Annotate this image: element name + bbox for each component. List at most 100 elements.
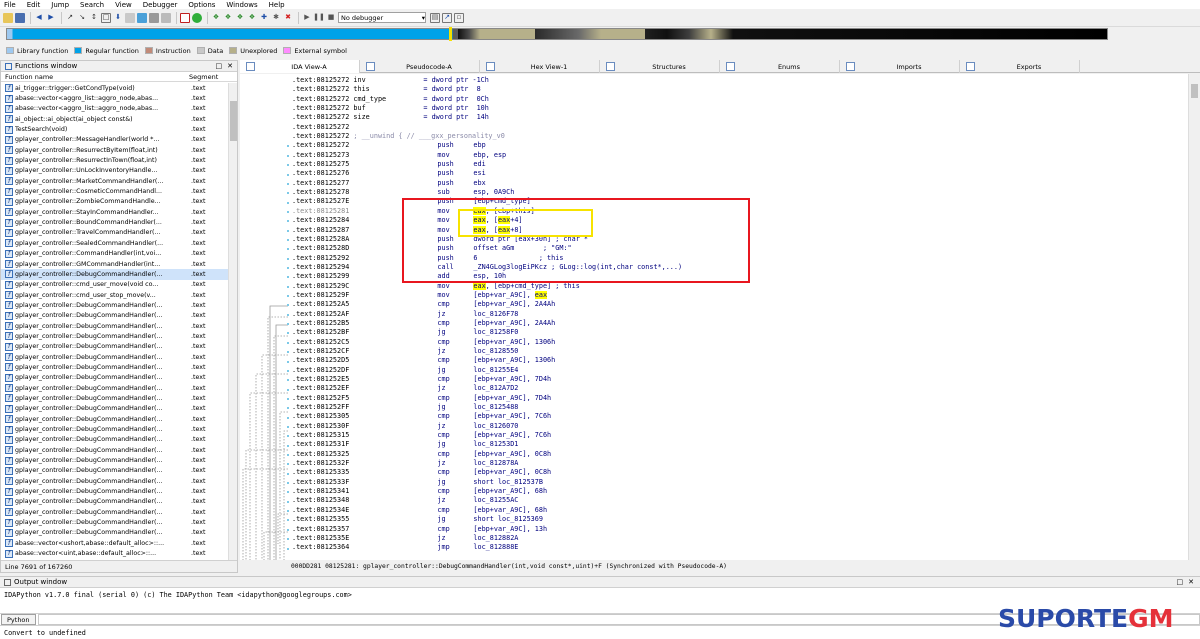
code-line[interactable]: .text:08125348 jz loc_81255AC: [292, 496, 682, 505]
breakpoint-dot[interactable]: [287, 491, 289, 494]
breakpoint-dot[interactable]: [287, 154, 289, 157]
breakpoint-dot[interactable]: [287, 444, 289, 447]
function-row[interactable]: f gplayer_controller::UnLockInventoryHand…: [1, 166, 229, 176]
function-row[interactable]: f gplayer_controller::DebugCommandHandler…: [1, 435, 229, 445]
function-calls-icon[interactable]: ❖: [235, 13, 245, 23]
function-row[interactable]: f gplayer_controller::DebugCommandHandler…: [1, 352, 229, 362]
play-icon[interactable]: ▶: [302, 13, 312, 23]
xref-icon[interactable]: ❖: [211, 13, 221, 23]
breakpoint-dot[interactable]: [287, 313, 289, 316]
open-folder-icon[interactable]: [3, 12, 13, 23]
code-line[interactable]: .text:081252CF jz loc_8128550: [292, 347, 682, 356]
code-line[interactable]: .text:081252FF jg loc_8125488: [292, 403, 682, 412]
tab-hex-view-1[interactable]: Hex View-1: [480, 60, 600, 73]
function-row[interactable]: f gplayer_controller::ZombieCommandHandle…: [1, 197, 229, 207]
step-over-icon[interactable]: ▫: [454, 12, 464, 23]
column-segment[interactable]: Segment: [185, 73, 227, 81]
function-row[interactable]: f gplayer_controller::DebugCommandHandler…: [1, 404, 229, 414]
jump-icon[interactable]: ↗: [65, 13, 75, 23]
function-row[interactable]: f TestSearch(void) .text: [1, 124, 229, 134]
function-row[interactable]: f abase::vector<ushort,abase::default_all…: [1, 538, 229, 548]
function-row[interactable]: f gplayer_controller::DebugCommandHandler…: [1, 269, 229, 280]
breakpoint-dot[interactable]: [287, 528, 289, 531]
navigation-band[interactable]: [6, 28, 1108, 40]
breakpoint-dot[interactable]: [287, 547, 289, 550]
code-line[interactable]: .text:081252BF jg loc_81258F0: [292, 328, 682, 337]
function-row[interactable]: f abase::vector<uint,abase::default_alloc…: [1, 548, 229, 558]
function-row[interactable]: f gplayer_controller::ResurrectInTown(flo…: [1, 155, 229, 165]
code-line[interactable]: .text:08125272 inv = dword ptr -1Ch: [292, 76, 682, 85]
breakpoint-dot[interactable]: [287, 295, 289, 298]
close-icon[interactable]: ✖: [283, 13, 293, 23]
function-row[interactable]: f gplayer_controller::ResurrectByItem(flo…: [1, 145, 229, 155]
code-line[interactable]: .text:081252D5 cmp [ebp+var_A9C], 1306h: [292, 356, 682, 365]
tab-pseudocode-a[interactable]: Pseudocode-A: [360, 60, 480, 73]
restore-icon[interactable]: □: [1177, 578, 1184, 586]
breakpoint-dot[interactable]: [287, 164, 289, 167]
proximity-icon[interactable]: ❖: [223, 13, 233, 23]
code-line[interactable]: .text:08125355 jg short loc_8125369: [292, 515, 682, 524]
function-row[interactable]: f gplayer_controller::DebugCommandHandler…: [1, 321, 229, 331]
function-row[interactable]: f gplayer_controller::DebugCommandHandler…: [1, 393, 229, 403]
code-line[interactable]: .text:08125272 cmd_type = dword ptr 0Ch: [292, 95, 682, 104]
array-icon[interactable]: [161, 12, 171, 23]
function-row[interactable]: f gplayer_controller::DebugCommandHandler…: [1, 331, 229, 341]
code-line[interactable]: .text:08125273 mov ebp, esp: [292, 151, 682, 160]
breakpoint-dot[interactable]: [287, 472, 289, 475]
function-row[interactable]: f gplayer_controller::DebugCommandHandler…: [1, 445, 229, 455]
graph-icon[interactable]: [180, 12, 190, 23]
breakpoint-dot[interactable]: [287, 351, 289, 354]
code-line[interactable]: .text:081252C5 cmp [ebp+var_A9C], 1306h: [292, 338, 682, 347]
code-line[interactable]: .text:08125341 cmp [ebp+var_A9C], 68h: [292, 487, 682, 496]
breakpoint-dot[interactable]: [287, 407, 289, 410]
code-line[interactable]: .text:0812531F jg loc_81253D1: [292, 440, 682, 449]
breakpoint-dot[interactable]: [287, 332, 289, 335]
function-row[interactable]: f gplayer_controller::DebugCommandHandler…: [1, 342, 229, 352]
menu-options[interactable]: Options: [188, 1, 215, 9]
breakpoint-dot[interactable]: [287, 182, 289, 185]
function-row[interactable]: f gplayer_controller::DebugCommandHandler…: [1, 383, 229, 393]
code-line[interactable]: .text:0812535E jz loc_812882A: [292, 534, 682, 543]
code-line[interactable]: .text:081252AF jz loc_8126F78: [292, 310, 682, 319]
python-language-button[interactable]: Python: [1, 614, 36, 625]
function-row[interactable]: f gplayer_controller::DebugCommandHandler…: [1, 414, 229, 424]
tab-exports[interactable]: Exports: [960, 60, 1080, 73]
breakpoint-dot[interactable]: [287, 173, 289, 176]
code-line[interactable]: .text:08125272 this = dword ptr 8: [292, 85, 682, 94]
function-row[interactable]: f gplayer_controller::DebugCommandHandler…: [1, 517, 229, 527]
function-row[interactable]: f abase::vector<aggro_list::aggro_node,ab…: [1, 93, 229, 103]
code-line[interactable]: .text:08125272: [292, 123, 682, 132]
breakpoint-dot[interactable]: [287, 454, 289, 456]
breakpoint-dot[interactable]: [287, 416, 289, 419]
breakpoint-dot[interactable]: [287, 304, 289, 307]
code-line[interactable]: .text:0812534E cmp [ebp+var_A9C], 68h: [292, 506, 682, 515]
code-line[interactable]: .text:081252E5 cmp [ebp+var_A9C], 7D4h: [292, 375, 682, 384]
breakpoint-dot[interactable]: [287, 519, 289, 522]
debugger-options-icon[interactable]: ▤: [430, 12, 440, 23]
code-line[interactable]: .text:08125278 sub esp, 0A9Ch: [292, 188, 682, 197]
save-icon[interactable]: [15, 12, 25, 23]
function-row[interactable]: f gplayer_controller::DebugCommandHandler…: [1, 373, 229, 383]
code-line[interactable]: .text:081252EF jz loc_812A7D2: [292, 384, 682, 393]
user-xrefs-icon[interactable]: ❖: [247, 13, 257, 23]
code-line[interactable]: .text:0812533F jg short loc_812537B: [292, 478, 682, 487]
functions-list[interactable]: f ai_trigger::trigger::GetCondType(void).…: [1, 83, 229, 561]
menu-search[interactable]: Search: [80, 1, 104, 9]
breakpoint-dot[interactable]: [287, 145, 289, 148]
function-row[interactable]: f gplayer_controller::DebugCommandHandler…: [1, 455, 229, 465]
stop-icon[interactable]: ■: [326, 13, 336, 23]
function-row[interactable]: f gplayer_controller::BoundCommandHandler…: [1, 217, 229, 227]
breakpoint-dot[interactable]: [287, 276, 289, 279]
breakpoint-dot[interactable]: [287, 369, 289, 372]
mark-icon[interactable]: ↘: [77, 13, 87, 23]
step-into-icon[interactable]: ↗: [442, 12, 452, 23]
breakpoint-dot[interactable]: [287, 425, 289, 428]
binary-search-icon[interactable]: □: [101, 12, 111, 23]
function-row[interactable]: f gplayer_controller::DebugCommandHandler…: [1, 486, 229, 496]
column-function-name[interactable]: Function name: [1, 73, 185, 81]
breakpoint-dot[interactable]: [287, 257, 289, 260]
menu-view[interactable]: View: [115, 1, 132, 9]
scrollbar-thumb[interactable]: [1191, 84, 1198, 98]
menu-jump[interactable]: Jump: [51, 1, 69, 9]
code-line[interactable]: .text:0812532F jz loc_812878A: [292, 459, 682, 468]
